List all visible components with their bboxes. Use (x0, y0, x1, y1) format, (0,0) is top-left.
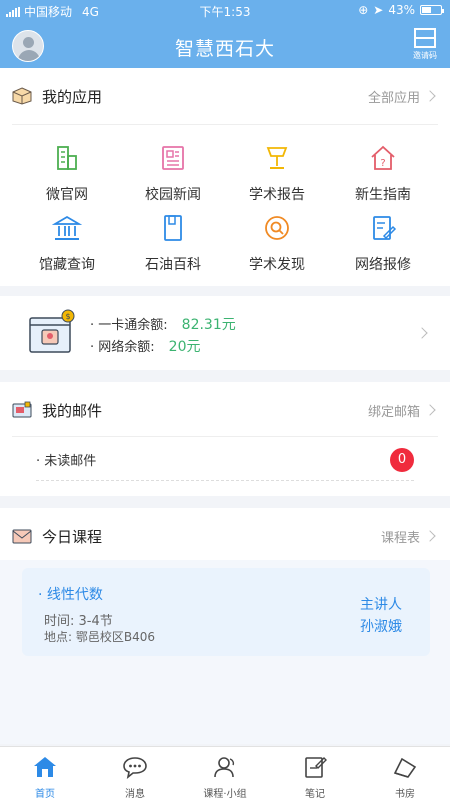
app-network-repair[interactable]: 网络报修 (328, 214, 438, 274)
chevron-right-icon (416, 327, 428, 339)
app-label: 网络报修 (355, 257, 411, 273)
dashed-divider (36, 480, 414, 481)
app-academic-discovery[interactable]: 学术发现 (222, 214, 332, 274)
home-icon (34, 757, 56, 777)
battery-percent: 43% (388, 3, 415, 17)
timetable-link[interactable]: 课程表 (381, 527, 420, 546)
tab-bar: 首页 消息 课程·小组 笔记 书房 (0, 746, 450, 800)
divider (12, 124, 438, 125)
chat-bubble-icon (123, 757, 147, 779)
course-name: · 线性代数 (38, 587, 103, 603)
app-label: 学术报告 (249, 187, 305, 203)
newspaper-icon (162, 146, 184, 170)
chevron-right-icon (424, 404, 436, 416)
app-label: 馆藏查询 (39, 257, 95, 273)
mail-section-header: 我的邮件 绑定邮箱 (12, 390, 438, 430)
tab-notes[interactable]: 笔记 (270, 747, 360, 800)
divider (12, 436, 438, 437)
app-petroleum-wiki[interactable]: 石油百科 (118, 214, 228, 274)
course-place: 地点: 鄂邑校区B406 (44, 630, 155, 644)
search-icon (265, 216, 289, 240)
unread-mail-label: · 未读邮件 (36, 454, 97, 469)
app-campus-news[interactable]: 校园新闻 (118, 144, 228, 204)
tab-label: 首页 (35, 789, 55, 800)
course-section-header: 今日课程 课程表 (12, 516, 438, 556)
net-balance-row: · 网络余额: 20元 (90, 336, 200, 356)
cube-icon (12, 87, 32, 105)
chevron-right-icon (424, 90, 436, 102)
lecturer-name: 孙淑娥 (360, 619, 402, 635)
mail-card: 我的邮件 绑定邮箱 · 未读邮件 0 (0, 382, 450, 496)
battery-icon (420, 5, 444, 15)
library-icon (51, 215, 83, 240)
app-label: 学术发现 (249, 257, 305, 273)
status-bar: 中国移动 4G 下午1:53 ⊕ ➤ 43% (0, 0, 450, 22)
bookshelf-icon (393, 757, 417, 778)
app-weiguanwang[interactable]: 微官网 (12, 144, 122, 204)
bind-mailbox-link[interactable]: 绑定邮箱 (368, 401, 420, 420)
course-item[interactable]: · 线性代数 时间: 3-4节 地点: 鄂邑校区B406 主讲人 孙淑娥 (22, 568, 430, 656)
net-balance-label: · 网络余额: (90, 340, 155, 355)
apps-section-header: 我的应用 全部应用 (12, 76, 438, 116)
card-balance-label: · 一卡通余额: (90, 318, 168, 333)
book-icon (164, 215, 182, 241)
unread-count-badge: 0 (390, 448, 414, 472)
app-label: 新生指南 (355, 187, 411, 203)
tab-label: 书房 (395, 789, 415, 800)
app-academic-report[interactable]: 学术报告 (222, 144, 332, 204)
tab-study-room[interactable]: 书房 (360, 747, 450, 800)
card-wallet-icon: $ (29, 309, 75, 353)
app-header: 中国移动 4G 下午1:53 ⊕ ➤ 43% 智慧西石大 邀请码 (0, 0, 450, 68)
lecturer-block: 主讲人 孙淑娥 (360, 594, 402, 636)
buildings-icon (57, 146, 77, 170)
tab-home[interactable]: 首页 (0, 747, 90, 800)
mail-section-title: 我的邮件 (42, 401, 103, 420)
apps-section-title: 我的应用 (42, 87, 103, 106)
location-icon: ➤ (373, 3, 384, 17)
house-question-icon: ? (371, 145, 395, 170)
svg-text:$: $ (65, 312, 70, 321)
repair-form-icon (373, 216, 397, 240)
balance-card[interactable]: $ · 一卡通余额: 82.31元 · 网络余额: 20元 (0, 296, 450, 370)
unread-mail-row[interactable]: · 未读邮件 (36, 450, 96, 469)
svg-text:?: ? (380, 158, 385, 169)
page-title: 智慧西石大 (174, 38, 275, 60)
envelope-icon (12, 529, 32, 544)
net-balance-value: 20元 (168, 339, 201, 355)
card-balance-row: · 一卡通余额: 82.31元 (90, 314, 236, 334)
app-label: 校园新闻 (145, 187, 201, 203)
scan-label: 邀请码 (413, 51, 437, 60)
chevron-right-icon (424, 530, 436, 542)
tab-courses-groups[interactable]: 课程·小组 (180, 747, 270, 800)
tab-label: 笔记 (305, 789, 325, 800)
scan-button[interactable]: 邀请码 (410, 28, 440, 61)
user-group-icon (214, 757, 235, 778)
app-library-search[interactable]: 馆藏查询 (12, 214, 122, 274)
tab-label: 课程·小组 (203, 789, 247, 800)
tab-messages[interactable]: 消息 (90, 747, 180, 800)
scan-icon (414, 28, 436, 48)
course-section-title: 今日课程 (42, 527, 103, 546)
card-balance-value: 82.31元 (181, 317, 236, 333)
app-freshman-guide[interactable]: ? 新生指南 (328, 144, 438, 204)
tab-label: 消息 (125, 789, 145, 800)
note-icon (305, 757, 327, 778)
lamp-icon (266, 147, 288, 169)
app-label: 微官网 (46, 187, 88, 203)
lecturer-label: 主讲人 (360, 597, 402, 613)
mail-icon (12, 401, 32, 418)
app-label: 石油百科 (145, 257, 201, 273)
lock-rotation-icon: ⊕ (358, 3, 369, 17)
course-time: 时间: 3-4节 (44, 614, 113, 629)
all-apps-link[interactable]: 全部应用 (368, 87, 420, 106)
